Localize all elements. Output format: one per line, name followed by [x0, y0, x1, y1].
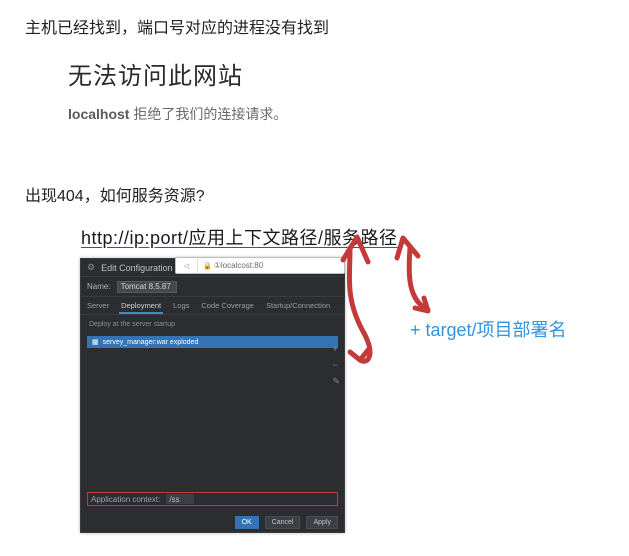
ide-name-input[interactable]: Tomcat 8.5.87 — [117, 281, 177, 293]
gear-icon: ⚙ — [87, 262, 95, 273]
tab-code-coverage[interactable]: Code Coverage — [199, 299, 256, 314]
deploy-item[interactable]: ▦ servey_manager:war exploded — [87, 336, 338, 348]
section1-title: 主机已经找到，端口号对应的进程没有找到 — [25, 14, 329, 38]
ide-config-window: ⚙ Edit Configuration Name: Tomcat 8.5.87… — [80, 258, 345, 533]
error-rest: 拒绝了我们的连接请求。 — [129, 106, 287, 122]
address-bar: ◁ 🔒①localcost:80 — [175, 257, 345, 274]
app-context-label: Application context: — [91, 495, 160, 504]
ide-name-label: Name: — [87, 282, 111, 291]
apply-button[interactable]: Apply — [306, 516, 338, 529]
addrbar-controls: ◁ — [176, 258, 198, 273]
lock-icon: 🔒 — [203, 263, 212, 270]
application-context-row: Application context: /ss — [87, 492, 338, 506]
cancel-button[interactable]: Cancel — [265, 516, 301, 529]
ide-name-row: Name: Tomcat 8.5.87 — [81, 277, 344, 297]
error-heading: 无法访问此网站 — [68, 56, 243, 91]
url-example: http://ip:port/应用上下文路径/服务路径 — [81, 224, 398, 250]
tab-logs[interactable]: Logs — [171, 299, 191, 314]
ide-tabs: Server Deployment Logs Code Coverage Sta… — [81, 297, 344, 315]
pencil-icon[interactable]: ✎ — [332, 376, 340, 387]
addrbar-url[interactable]: 🔒①localcost:80 — [198, 261, 344, 270]
error-subtext: localhost 拒绝了我们的连接请求。 — [68, 104, 287, 124]
addrbar-text: ①localcost:80 — [214, 261, 263, 270]
artifact-icon: ▦ — [92, 338, 99, 346]
ide-footer: OK Cancel Apply — [235, 516, 338, 529]
section2-title: 出现404，如何服务资源? — [25, 182, 205, 206]
annotation-target: + target/项目部署名 — [410, 316, 567, 342]
ide-hint: Deploy at the server startup — [81, 315, 344, 334]
minus-icon[interactable]: − — [332, 360, 340, 370]
deploy-item-label: servey_manager:war exploded — [103, 339, 199, 346]
tab-server[interactable]: Server — [85, 299, 111, 314]
side-toolbar: + − ✎ — [332, 344, 340, 387]
tab-startup[interactable]: Startup/Connection — [264, 299, 332, 314]
plus-icon[interactable]: + — [332, 344, 340, 354]
error-host: localhost — [68, 106, 129, 122]
app-context-input[interactable]: /ss — [166, 494, 194, 504]
back-icon[interactable]: ◁ — [184, 262, 189, 270]
ok-button[interactable]: OK — [235, 516, 259, 529]
ide-title: Edit Configuration — [101, 263, 173, 273]
tab-deployment[interactable]: Deployment — [119, 299, 163, 314]
